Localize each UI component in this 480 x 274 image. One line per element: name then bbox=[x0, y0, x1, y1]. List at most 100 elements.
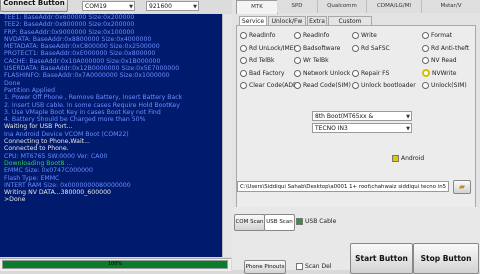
radio-icon bbox=[240, 69, 247, 77]
tab-spd[interactable]: SPD bbox=[277, 0, 318, 13]
radio-icon bbox=[352, 32, 359, 39]
log-line: Connecting to Phone,Wait... bbox=[4, 138, 90, 146]
option-rd-telbk[interactable]: Rd TelBk bbox=[240, 56, 274, 65]
option-rd-anti-theft[interactable]: Rd Anti-theft bbox=[422, 44, 469, 53]
option-network-unlock[interactable]: Network Unlock bbox=[294, 69, 350, 78]
radio-icon bbox=[422, 82, 429, 89]
radio-icon bbox=[240, 57, 247, 64]
log-line: METADATA: BaseAddr:0xC800000 Size:0x2500… bbox=[4, 43, 160, 51]
radio-icon bbox=[294, 32, 301, 39]
option-label: Wr TelBk bbox=[303, 57, 329, 64]
baud-value: 921600 bbox=[149, 3, 172, 10]
option-label: Format bbox=[431, 32, 453, 39]
option-repair-fs[interactable]: Repair FS bbox=[352, 69, 389, 78]
option-label: Rd UnLock/IMEI bbox=[249, 44, 296, 52]
option-bad-factory[interactable]: Bad Factory bbox=[240, 69, 284, 78]
log-line: 2. Insert USB cable. In some cases Requi… bbox=[4, 101, 180, 109]
option-nvwrite[interactable]: NVWrite bbox=[422, 69, 456, 78]
android-label: Android bbox=[401, 155, 425, 162]
log-line: >Done bbox=[4, 196, 26, 204]
radio-icon bbox=[294, 82, 301, 89]
radio-icon bbox=[294, 57, 301, 64]
option-label: NVWrite bbox=[432, 69, 457, 77]
option-readinfo[interactable]: ReadInfo bbox=[294, 31, 329, 40]
option-clear-code-adb-[interactable]: Clear Code(ADB) bbox=[240, 81, 299, 90]
log-line: TEE2: BaseAddr:0x800000 Size:0x200000 bbox=[4, 21, 135, 29]
android-checkbox[interactable]: Android bbox=[392, 154, 424, 163]
option-label: Badsoftware bbox=[303, 44, 341, 52]
log-line: Waiting for USB Port... bbox=[4, 123, 73, 131]
option-label: Write bbox=[361, 32, 377, 39]
progress-bar: 100% bbox=[2, 260, 228, 269]
usb-cable-label: USB Cable bbox=[305, 218, 337, 225]
option-label: Rd TelBk bbox=[249, 57, 275, 64]
usb-scan-button[interactable]: USB Scan bbox=[264, 214, 295, 231]
log-line: NVDATA: BaseAddr:0x8800000 Size:0x400000… bbox=[4, 35, 152, 43]
option-label: Network Unlock bbox=[303, 69, 351, 77]
log-line: Partition Applied bbox=[4, 86, 56, 94]
log-line: TEE1: BaseAddr:0x600000 Size:0x200000 bbox=[4, 14, 135, 21]
log-line: Writing NV DATA...380000_600000 bbox=[4, 189, 111, 197]
option-rd-unlock-imei[interactable]: Rd UnLock/IMEI bbox=[240, 44, 295, 53]
option-unlock-bootloader[interactable]: Unlock bootloader bbox=[352, 81, 416, 90]
option-unlock-sim-[interactable]: Unlock(SIM) bbox=[422, 81, 467, 90]
option-label: Rd Anti-theft bbox=[431, 44, 470, 52]
port-select[interactable]: COM19 ▼ bbox=[82, 1, 135, 11]
option-write[interactable]: Write bbox=[352, 31, 377, 40]
chevron-down-icon: ▼ bbox=[406, 126, 410, 132]
option-rd-safsc[interactable]: Rd SaFSC bbox=[352, 44, 390, 53]
radio-icon bbox=[352, 82, 359, 89]
stop-button[interactable]: Stop Button bbox=[413, 243, 479, 274]
baud-select[interactable]: 921600 ▼ bbox=[146, 1, 199, 11]
option-nv-read[interactable]: NV Read bbox=[422, 56, 457, 65]
connect-button[interactable]: Connect Button bbox=[0, 0, 68, 12]
browse-button[interactable]: ▰ bbox=[453, 180, 471, 194]
chevron-down-icon: ▼ bbox=[406, 114, 410, 120]
checkbox-checked-icon bbox=[392, 155, 399, 162]
checkbox-icon bbox=[296, 263, 303, 270]
log-line: Ina Android Device VCOM Boot (COM22) bbox=[4, 130, 129, 138]
log-line: 3. Use VMaple Boot Key in cases Boot Key… bbox=[4, 108, 161, 116]
radio-icon bbox=[240, 82, 247, 89]
boot-select[interactable]: 8th Boot(MT65xx & MT67xx/8127)▼ bbox=[312, 111, 412, 130]
option-read-code-sim-[interactable]: Read Code(SIM) bbox=[294, 81, 351, 90]
log-scrollbar[interactable] bbox=[222, 14, 232, 257]
log-line: USERDATA: BaseAddr:0x12B0000000 Size:0x5… bbox=[4, 65, 180, 73]
tab-cdma[interactable]: CDMA/LG/MI bbox=[367, 0, 422, 13]
option-label: Unlock bootloader bbox=[361, 82, 416, 89]
radio-icon bbox=[294, 44, 301, 52]
progress-label: 100% bbox=[107, 261, 123, 267]
radio-icon bbox=[294, 69, 301, 77]
tab-qualcomm[interactable]: Qualcomm bbox=[318, 0, 367, 13]
com-scan-button[interactable]: COM Scan bbox=[234, 214, 265, 231]
scan-del-label: Scan Del bbox=[305, 263, 332, 270]
usb-cable-checkbox[interactable]: USB Cable bbox=[296, 217, 336, 226]
log-line: 1. Power Off Phone , Remove Battery, Ins… bbox=[4, 94, 183, 102]
chevron-down-icon: ▼ bbox=[129, 4, 133, 10]
option-label: Clear Code(ADB) bbox=[249, 82, 300, 89]
tab-mtk[interactable]: MTK bbox=[236, 0, 278, 14]
radio-icon bbox=[240, 32, 247, 39]
radio-icon bbox=[240, 44, 247, 52]
radio-icon bbox=[422, 69, 430, 77]
option-wr-telbk[interactable]: Wr TelBk bbox=[294, 56, 329, 65]
port-value: COM19 bbox=[85, 3, 107, 10]
tab-mstar[interactable]: Mstar/V bbox=[422, 0, 480, 13]
option-label: ReadInfo bbox=[303, 32, 330, 39]
option-label: Unlock(SIM) bbox=[431, 82, 467, 89]
option-badsoftware[interactable]: Badsoftware bbox=[294, 44, 340, 53]
log-line: FRP: BaseAddr:0x9000000 Size:0x100000 bbox=[4, 28, 135, 36]
model-select[interactable]: TECNO IN3 ▼ bbox=[312, 123, 412, 133]
start-button[interactable]: Start Button bbox=[350, 243, 413, 274]
log-line: CACHE: BaseAddr:0x10A000000 Size:0x1B000… bbox=[4, 57, 161, 65]
option-format[interactable]: Format bbox=[422, 31, 452, 40]
radio-icon bbox=[352, 69, 359, 77]
option-label: Read Code(SIM) bbox=[303, 82, 351, 89]
log-line: FLASHINFO: BaseAddr:0x7A0000000 Size:0x1… bbox=[4, 72, 170, 80]
file-path-input[interactable]: C:\Users\Siddiqui Sahab\Desktop\a0001 1+… bbox=[237, 181, 449, 192]
option-readinfo[interactable]: ReadInfo bbox=[240, 31, 275, 40]
radio-icon bbox=[352, 44, 359, 52]
radio-icon bbox=[422, 44, 429, 52]
log-line: 4. Battery Should be Charged more than 5… bbox=[4, 116, 146, 124]
phone-pinouts-button[interactable]: Phone Pinouts bbox=[244, 260, 286, 274]
